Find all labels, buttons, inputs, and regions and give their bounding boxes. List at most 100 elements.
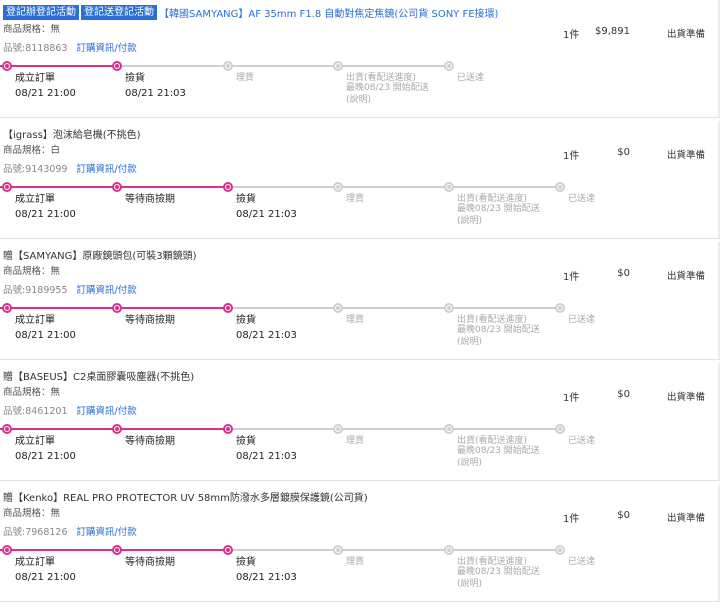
promo-badge[interactable]: 登記辦登記活動 [3, 4, 79, 20]
price: $0 [617, 389, 630, 400]
order-info-link[interactable]: 訂購資訊/付款 [77, 527, 137, 538]
product-spec: 商品規格：無 [3, 387, 61, 398]
step-dot-icon [2, 61, 12, 71]
step-dot-icon [555, 545, 565, 555]
step-dot-icon [2, 182, 12, 192]
progress-segment [117, 186, 228, 188]
step-time: 08/21 21:00 [15, 209, 76, 220]
promo-badge[interactable]: 登記送登記活動 [81, 4, 157, 20]
step-note[interactable]: 最晚08/23 開始配送 (說明) [346, 82, 429, 106]
step-note[interactable]: 最晚08/23 開始配送 (說明) [457, 445, 540, 469]
order-info-link[interactable]: 訂購資訊/付款 [77, 285, 137, 296]
step-label: 撿貨 [125, 73, 145, 84]
step-dot-icon [112, 182, 122, 192]
shipping-status: 出貨準備 [667, 513, 706, 524]
progress-segment [7, 307, 117, 309]
step-dot-icon [112, 61, 122, 71]
step-dot-icon [333, 182, 343, 192]
product-sku: 品號:7968126 [3, 527, 68, 538]
progress-segment [338, 65, 449, 67]
step-dot-icon [333, 424, 343, 434]
step-note[interactable]: 最晚08/23 開始配送 (說明) [457, 566, 540, 590]
step-time: 08/21 21:00 [15, 330, 76, 341]
step-dot-icon [444, 545, 454, 555]
step-dot-icon [444, 303, 454, 313]
product-spec: 商品規格：無 [3, 24, 61, 35]
step-label: 撿貨 [236, 436, 256, 447]
product-name[interactable]: 【韓國SAMYANG】AF 35mm F1.8 自動對焦定焦鏡(公司貨 SONY… [159, 5, 498, 20]
step-time: 08/21 21:00 [15, 451, 76, 462]
step-dot-icon [333, 303, 343, 313]
step-label: 理貨 [236, 73, 255, 83]
product-title-row: 贈【BASEUS】C2桌面膠囊吸塵器(不挑色) [3, 367, 194, 383]
sku-line: 品號:7968126 訂購資訊/付款 [3, 524, 137, 538]
step-time: 08/21 21:03 [236, 209, 297, 220]
progress-segment [338, 428, 449, 430]
step-dot-icon [2, 424, 12, 434]
step-label: 已送達 [568, 436, 596, 446]
order-item: 【igrass】泡沫給皂機(不挑色) 商品規格：白 品號:9143099 訂購資訊/付… [0, 121, 720, 239]
step-time: 08/21 21:03 [236, 451, 297, 462]
step-dot-icon [223, 424, 233, 434]
step-dot-icon [223, 303, 233, 313]
sku-line: 品號:9143099 訂購資訊/付款 [3, 161, 137, 175]
order-item: 贈【SAMYANG】原廠鏡頭包(可裝3顆鏡頭) 商品規格：無 品號:9189955 訂… [0, 242, 720, 360]
product-spec: 商品規格：白 [3, 145, 61, 156]
progress-segment [228, 549, 338, 551]
price: $9,891 [595, 26, 630, 37]
product-title-row: 贈【Kenko】REAL PRO PROTECTOR UV 58mm防潑水多層鍍… [3, 488, 368, 504]
step-time: 08/21 21:03 [125, 88, 186, 99]
price: $0 [617, 147, 630, 158]
price: $0 [617, 268, 630, 279]
product-name: 贈【Kenko】REAL PRO PROTECTOR UV 58mm防潑水多層鍍… [3, 492, 368, 504]
step-dot-icon [555, 424, 565, 434]
product-title-row: 贈【SAMYANG】原廠鏡頭包(可裝3顆鏡頭) [3, 246, 197, 262]
order-info-link[interactable]: 訂購資訊/付款 [77, 164, 137, 175]
step-dot-icon [444, 424, 454, 434]
progress-segment [449, 549, 560, 551]
step-label: 成立訂單 [15, 315, 55, 326]
progress-segment [449, 428, 560, 430]
step-label: 成立訂單 [15, 557, 55, 568]
order-info-link[interactable]: 訂購資訊/付款 [77, 406, 137, 417]
step-label: 等待商撿期 [125, 557, 175, 568]
product-spec: 商品規格：無 [3, 508, 61, 519]
step-label: 已送達 [457, 73, 485, 83]
progress-segment [228, 307, 338, 309]
order-item: 登記辦登記活動 登記送登記活動 【韓國SAMYANG】AF 35mm F1.8 自動… [0, 0, 720, 118]
progress-segment [7, 549, 117, 551]
step-dot-icon [444, 61, 454, 71]
step-label: 撿貨 [236, 557, 256, 568]
step-label: 已送達 [568, 315, 596, 325]
step-dot-icon [112, 424, 122, 434]
step-dot-icon [112, 303, 122, 313]
progress-segment [117, 307, 228, 309]
step-note[interactable]: 最晚08/23 開始配送 (說明) [457, 324, 540, 348]
shipping-status: 出貨準備 [667, 29, 706, 40]
progress-tracker: 成立訂單 08/21 21:00 撿貨 08/21 21:03 理貨 出貨(看配送進度) 最… [0, 61, 590, 121]
step-label: 等待商撿期 [125, 436, 175, 447]
step-label: 理貨 [346, 436, 365, 446]
progress-segment [449, 307, 560, 309]
progress-tracker: 成立訂單 08/21 21:00 等待商撿期 撿貨 08/21 21:03 理貨 出貨(看配… [0, 545, 595, 605]
step-label: 成立訂單 [15, 73, 55, 84]
step-dot-icon [555, 182, 565, 192]
step-label: 成立訂單 [15, 436, 55, 447]
step-label: 理貨 [346, 194, 365, 204]
step-label: 已送達 [568, 557, 596, 567]
product-sku: 品號:8461201 [3, 406, 68, 417]
product-name: 贈【BASEUS】C2桌面膠囊吸塵器(不挑色) [3, 371, 195, 383]
order-info-link[interactable]: 訂購資訊/付款 [77, 43, 137, 54]
step-label: 已送達 [568, 194, 596, 204]
price: $0 [617, 510, 630, 521]
order-item: 贈【BASEUS】C2桌面膠囊吸塵器(不挑色) 商品規格：無 品號:8461201 訂… [0, 363, 720, 481]
step-label: 撿貨 [236, 315, 256, 326]
step-label: 理貨 [346, 557, 365, 567]
step-note[interactable]: 最晚08/23 開始配送 (說明) [457, 203, 540, 227]
sku-line: 品號:8118863 訂購資訊/付款 [3, 40, 137, 54]
step-dot-icon [223, 182, 233, 192]
step-label: 成立訂單 [15, 194, 55, 205]
progress-tracker: 成立訂單 08/21 21:00 等待商撿期 撿貨 08/21 21:03 理貨 出貨(看配… [0, 303, 595, 363]
product-sku: 品號:9143099 [3, 164, 68, 175]
shipping-status: 出貨準備 [667, 392, 706, 403]
